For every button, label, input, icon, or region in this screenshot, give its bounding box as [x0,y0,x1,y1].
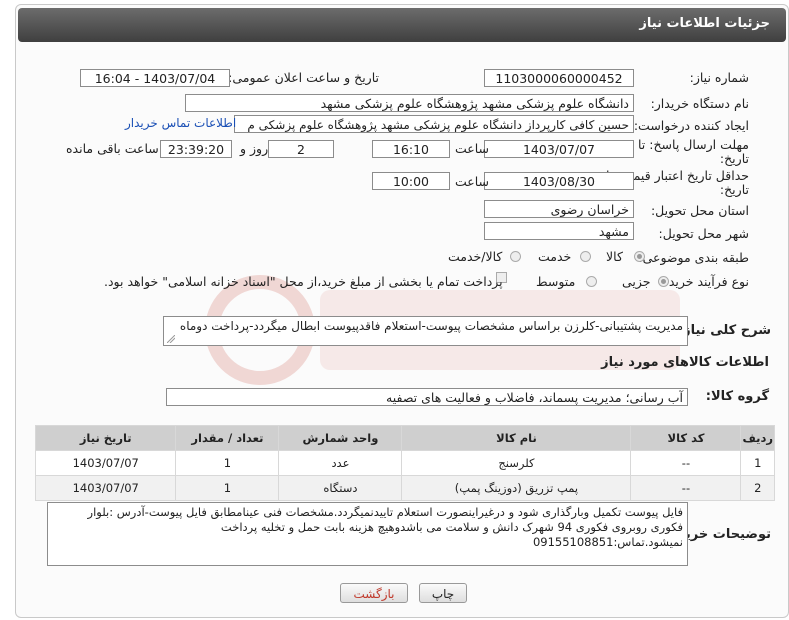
contact-info-link[interactable]: اطلاعات تماس خریدار [125,116,236,130]
buyer-org-field: دانشگاه علوم پزشکی مشهد پژوهشگاه علوم پز… [185,94,634,112]
city-label: شهر محل تحویل: [658,226,749,241]
deadline-time-field: 16:10 [372,140,450,158]
remaining-time-field: 23:39:20 [160,140,232,158]
process-medium-radio[interactable] [586,276,597,287]
province-label: استان محل تحویل: [650,203,749,218]
cell-unit: دستگاه [278,475,403,501]
summary-label: شرح کلی نیاز: [677,323,771,338]
category-goods-service-label: کالا/خدمت [448,249,503,264]
col-goods-name: نام کالا [401,425,632,451]
buyer-notes-line-3: نمیشود.تماس:09155108851 [532,535,683,549]
summary-textarea[interactable]: مدیریت پشتیبانی-کلرزن براساس مشخصات پیوس… [163,316,688,346]
deadline-date-field: 1403/07/07 [484,140,634,158]
validity-date-label: تاریخ: [719,182,749,197]
province-field: خراسان رضوی [484,200,634,218]
goods-table: ردیف کد کالا نام کالا واحد شمارش تعداد /… [34,425,775,501]
buyer-org-label: نام دستگاه خریدار: [650,96,749,111]
process-partial-radio[interactable] [658,276,669,287]
validity-time-label: ساعت [455,174,490,189]
table-row: 2 -- پمپ تزریق (دوزینگ پمپ) دستگاه 1 140… [34,475,775,501]
col-quantity: تعداد / مقدار [175,425,280,451]
process-partial-label: جزیی [622,274,651,289]
table-row: 1 -- کلرسنج عدد 1 1403/07/07 [34,450,775,476]
need-number-field: 1103000060000452 [484,69,634,87]
process-label: نوع فرآیند خرید : [660,274,749,289]
validity-date-field: 1403/08/30 [484,172,634,190]
category-goods-service-radio[interactable] [510,251,521,262]
cell-unit: عدد [278,450,403,476]
category-service-radio[interactable] [580,251,591,262]
deadline-label: مهلت ارسال پاسخ: تا [638,137,749,152]
col-need-date: تاریخ نیاز [34,425,177,451]
buyer-notes-textarea[interactable]: فایل پیوست تکمیل وبارگذاری شود و درغیرای… [47,502,688,566]
goods-group-field: آب رسانی؛ مدیریت پسماند، فاضلاب و فعالیت… [166,388,688,406]
need-number-label: شماره نیاز: [689,70,749,85]
cell-goods-code: -- [630,450,742,476]
treasury-payment-note: پرداخت تمام یا بخشی از مبلغ خرید،از محل … [104,274,503,289]
category-service-label: خدمت [538,249,572,264]
col-unit: واحد شمارش [278,425,403,451]
announce-label: تاریخ و ساعت اعلان عمومی: [228,70,379,85]
validity-time-field: 10:00 [372,172,450,190]
resize-grip-icon[interactable] [167,335,175,343]
cell-goods-code: -- [630,475,742,501]
category-label: طبقه بندی موضوعی: [638,250,749,265]
cell-need-date: 1403/07/07 [34,450,177,476]
requester-label: ایجاد کننده درخواست: [633,118,749,133]
days-remaining-field: 2 [268,140,334,158]
city-field: مشهد [484,222,634,240]
deadline-date-label: تاریخ: [719,151,749,166]
goods-section-title: اطلاعات کالاهای مورد نیاز [601,355,769,370]
remaining-label: ساعت باقی مانده [66,141,159,156]
deadline-time-label: ساعت [455,141,490,156]
requester-field: حسین کافی کارپرداز دانشگاه علوم پزشکی مش… [234,115,634,133]
page-header: جزئیات اطلاعات نیاز [18,8,786,42]
goods-group-label: گروه کالا: [705,389,769,404]
col-row-number: ردیف [740,425,775,451]
buyer-notes-line-2: فکوری روبروی فکوری 94 شهرک دانش و سلامت … [220,520,683,534]
category-goods-label: کالا [606,249,623,264]
print-button[interactable]: چاپ [419,583,467,603]
back-button[interactable]: بازگشت [340,583,408,603]
cell-need-date: 1403/07/07 [34,475,177,501]
cell-goods-name: پمپ تزریق (دوزینگ پمپ) [401,475,632,501]
category-goods-radio[interactable] [634,251,645,262]
cell-row-number: 1 [740,450,775,476]
cell-quantity: 1 [175,450,280,476]
days-label: روز و [240,141,269,156]
cell-goods-name: کلرسنج [401,450,632,476]
cell-row-number: 2 [740,475,775,501]
process-medium-label: متوسط [536,274,576,289]
page-title: جزئیات اطلاعات نیاز [639,16,770,31]
col-goods-code: کد کالا [630,425,742,451]
summary-text: مدیریت پشتیبانی-کلرزن براساس مشخصات پیوس… [179,319,683,333]
buyer-notes-line-1: فایل پیوست تکمیل وبارگذاری شود و درغیرای… [87,505,683,519]
table-header-row: ردیف کد کالا نام کالا واحد شمارش تعداد /… [34,425,775,451]
announce-field: 1403/07/04 - 16:04 [80,69,230,87]
cell-quantity: 1 [175,475,280,501]
